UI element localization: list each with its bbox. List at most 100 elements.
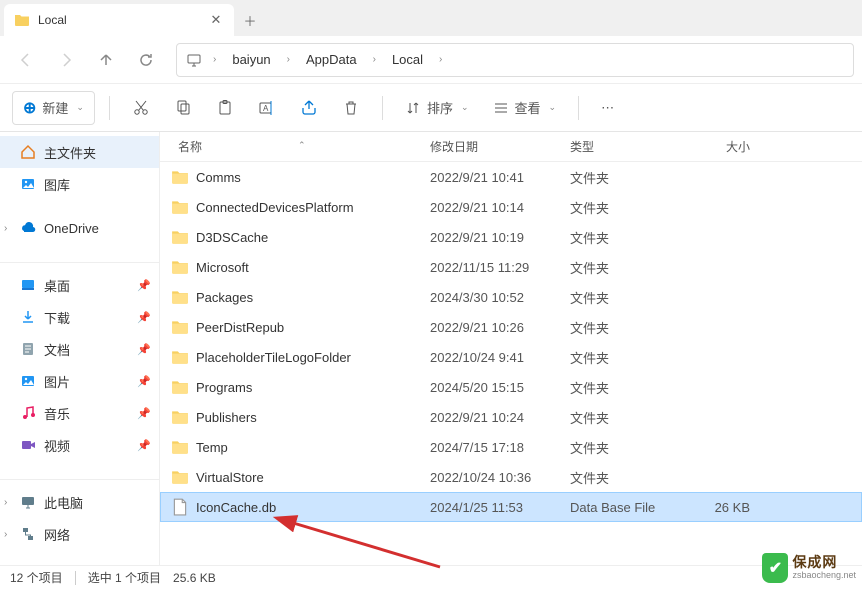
sidebar-item-onedrive[interactable]: › OneDrive [0, 212, 159, 244]
file-type: 文件夹 [570, 408, 690, 427]
file-date: 2024/5/20 15:15 [430, 380, 570, 395]
sidebar-item-home[interactable]: 主文件夹 [0, 136, 159, 168]
folder-icon [170, 167, 190, 187]
cut-button[interactable] [124, 91, 158, 125]
status-size: 25.6 KB [173, 571, 216, 585]
table-row[interactable]: Packages2024/3/30 10:52文件夹 [160, 282, 862, 312]
folder-icon [170, 407, 190, 427]
trash-icon [342, 99, 360, 117]
folder-icon [170, 317, 190, 337]
chevron-right-icon: › [4, 497, 7, 508]
divider [109, 96, 110, 120]
sort-button[interactable]: 排序 ⌄ [397, 91, 477, 125]
folder-icon [170, 287, 190, 307]
new-button[interactable]: ⊕ 新建 ⌄ [12, 91, 95, 125]
monitor-icon [185, 51, 203, 69]
table-row[interactable]: ConnectedDevicesPlatform2022/9/21 10:14文… [160, 192, 862, 222]
table-row[interactable]: D3DSCache2022/9/21 10:19文件夹 [160, 222, 862, 252]
table-row[interactable]: Microsoft2022/11/15 11:29文件夹 [160, 252, 862, 282]
rename-button[interactable]: A [250, 91, 284, 125]
view-label: 查看 [515, 98, 541, 117]
breadcrumb-item[interactable]: Local [386, 50, 429, 69]
table-row[interactable]: Temp2024/7/15 17:18文件夹 [160, 432, 862, 462]
sidebar-item-music[interactable]: 音乐 📌 [0, 397, 159, 429]
sidebar-item-label: 网络 [44, 525, 70, 544]
file-date: 2022/11/15 11:29 [430, 260, 570, 275]
plus-icon: ⊕ [23, 98, 36, 118]
breadcrumb[interactable]: › baiyun › AppData › Local › [176, 43, 854, 77]
folder-icon [170, 467, 190, 487]
gallery-icon [20, 176, 36, 192]
folder-icon [170, 377, 190, 397]
sidebar-item-documents[interactable]: 文档 📌 [0, 333, 159, 365]
download-icon [20, 309, 36, 325]
sidebar-item-label: 视频 [44, 436, 70, 455]
status-selection: 选中 1 个项目 [88, 569, 161, 586]
file-name: Temp [196, 440, 430, 455]
folder-icon [14, 12, 30, 28]
music-icon [20, 405, 36, 421]
sidebar-item-downloads[interactable]: 下载 📌 [0, 301, 159, 333]
watermark-text: 保成网 [792, 555, 856, 570]
forward-button[interactable] [48, 42, 84, 78]
share-button[interactable] [292, 91, 326, 125]
close-icon[interactable]: ✕ [208, 12, 224, 28]
table-row[interactable]: IconCache.db2024/1/25 11:53Data Base Fil… [160, 492, 862, 522]
pin-icon: 📌 [137, 343, 151, 356]
sort-icon [405, 100, 421, 116]
sidebar-item-label: 图片 [44, 372, 70, 391]
document-icon [20, 341, 36, 357]
chevron-right-icon: › [367, 54, 382, 65]
desktop-icon [20, 277, 36, 293]
table-row[interactable]: Comms2022/9/21 10:41文件夹 [160, 162, 862, 192]
breadcrumb-item[interactable]: AppData [300, 50, 363, 69]
new-tab-button[interactable]: ＋ [234, 4, 266, 36]
rename-icon: A [258, 99, 276, 117]
file-type: 文件夹 [570, 168, 690, 187]
sidebar-item-pictures[interactable]: 图片 📌 [0, 365, 159, 397]
cloud-icon [20, 220, 36, 236]
file-name: Microsoft [196, 260, 430, 275]
sidebar-item-desktop[interactable]: 桌面 📌 [0, 269, 159, 301]
sidebar-item-thispc[interactable]: › 此电脑 [0, 486, 159, 518]
chevron-right-icon: › [433, 54, 448, 65]
column-size[interactable]: 大小 [690, 138, 770, 155]
delete-button[interactable] [334, 91, 368, 125]
pin-icon: 📌 [137, 311, 151, 324]
more-button[interactable]: ⋯ [593, 91, 622, 125]
back-button[interactable] [8, 42, 44, 78]
file-type: 文件夹 [570, 258, 690, 277]
file-type: 文件夹 [570, 288, 690, 307]
table-row[interactable]: Programs2024/5/20 15:15文件夹 [160, 372, 862, 402]
breadcrumb-item[interactable]: baiyun [226, 50, 276, 69]
refresh-button[interactable] [128, 42, 164, 78]
table-row[interactable]: PlaceholderTileLogoFolder2022/10/24 9:41… [160, 342, 862, 372]
folder-icon [170, 347, 190, 367]
status-bar: 12 个项目 选中 1 个项目 25.6 KB [0, 565, 862, 589]
column-type[interactable]: 类型 [570, 138, 690, 155]
tab-local[interactable]: Local ✕ [4, 4, 234, 36]
copy-button[interactable] [166, 91, 200, 125]
column-name[interactable]: 名称⌃ [178, 138, 430, 155]
pictures-icon [20, 373, 36, 389]
sidebar-item-gallery[interactable]: 图库 [0, 168, 159, 200]
arrow-left-icon [18, 52, 34, 68]
table-row[interactable]: Publishers2022/9/21 10:24文件夹 [160, 402, 862, 432]
sidebar-item-videos[interactable]: 视频 📌 [0, 429, 159, 461]
sidebar-item-label: 桌面 [44, 276, 70, 295]
arrow-right-icon [58, 52, 74, 68]
file-name: ConnectedDevicesPlatform [196, 200, 430, 215]
file-type: 文件夹 [570, 468, 690, 487]
paste-button[interactable] [208, 91, 242, 125]
pin-icon: 📌 [137, 407, 151, 420]
folder-icon [170, 227, 190, 247]
table-row[interactable]: PeerDistRepub2022/9/21 10:26文件夹 [160, 312, 862, 342]
view-button[interactable]: 查看 ⌄ [485, 91, 565, 125]
column-date[interactable]: 修改日期 [430, 138, 570, 155]
sidebar-item-network[interactable]: › 网络 [0, 518, 159, 550]
table-row[interactable]: VirtualStore2022/10/24 10:36文件夹 [160, 462, 862, 492]
up-button[interactable] [88, 42, 124, 78]
file-date: 2024/7/15 17:18 [430, 440, 570, 455]
status-count: 12 个项目 [10, 569, 63, 586]
paste-icon [216, 99, 234, 117]
